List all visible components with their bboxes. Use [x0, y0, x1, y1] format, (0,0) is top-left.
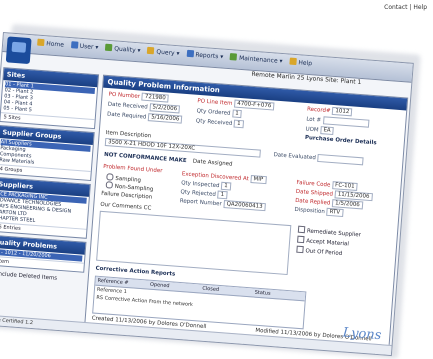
purchase-order-details-link[interactable]: Purchase Order Details [305, 135, 377, 146]
qty-received-row: Qty Received 1 [196, 117, 244, 129]
toolbar-reports[interactable]: Reports ▾ [186, 49, 223, 61]
uom-row: UOM EA [305, 125, 334, 136]
qty-received-field[interactable]: 1 [233, 119, 244, 129]
radio-icon [106, 173, 114, 181]
checkbox-icon [297, 235, 305, 244]
quality-problems-panel: Quality Problems QP - 1012 - 11/20/2006 … [0, 234, 87, 273]
qty-ordered-field[interactable]: 1 [231, 109, 242, 119]
nonconformance-heading: NOT CONFORMANCE MAKE [103, 151, 187, 165]
date-assigned-label: Date Assigned [192, 158, 233, 168]
app-window: Home User ▾ Quality ▾ Query ▾ Reports ▾ … [0, 32, 414, 357]
main-panel: Quality Problem Information PO Number 72… [83, 74, 409, 355]
toolbar-home[interactable]: Home [37, 38, 64, 49]
checkbox-icon [297, 225, 306, 234]
exception-select[interactable]: MIP [250, 174, 267, 185]
toolbar-maintenance[interactable]: Maintenance ▾ [229, 53, 283, 65]
supplier-groups-panel: Supplier Groups All Suppliers Packaging … [0, 124, 95, 182]
report-number-field[interactable]: QA20060413 [223, 200, 266, 212]
checkbox-icon [296, 245, 304, 254]
record-field[interactable]: 1012 [332, 106, 353, 117]
quality-icon [105, 43, 113, 52]
sites-panel: Sites 01 - Plant 1 02 - Plant 2 03 - Pla… [0, 67, 100, 130]
lyons-logo-icon [5, 36, 32, 65]
query-icon [147, 46, 155, 55]
home-icon [37, 38, 45, 47]
our-comments-textarea[interactable] [96, 210, 292, 276]
radio-icon [105, 181, 114, 189]
toolbar-user[interactable]: User ▾ [70, 41, 99, 51]
qty-rejected-field[interactable]: 1 [217, 190, 228, 200]
date-evaluated-row: Date Evaluated [273, 151, 364, 166]
lyons-brand: Lyons [342, 325, 382, 344]
top-links[interactable]: Contact | Help [384, 4, 427, 11]
user-icon [70, 41, 79, 49]
line-item-field[interactable]: 4700-F+076 [233, 99, 275, 111]
suppliers-panel: Suppliers ACE PACKAGING INC ADVANCE TECH… [0, 176, 91, 239]
reports-icon [186, 49, 194, 58]
toolbar-help[interactable]: Help [289, 57, 312, 67]
checkbox-group: Remediate Supplier Accept Material Out O… [296, 225, 361, 261]
po-number-field[interactable]: 721980 [141, 92, 170, 103]
toolbar-query[interactable]: Query ▾ [147, 46, 180, 57]
date-received-field[interactable]: 5/2/2006 [149, 103, 181, 114]
qty-inspected-field[interactable]: 1 [220, 181, 232, 191]
failure-description-label: Failure Description [100, 190, 153, 201]
our-comments-label: Our Comments CC [100, 201, 152, 212]
help-icon [289, 57, 297, 66]
sidebar: Sites 01 - Plant 1 02 - Plant 2 03 - Pla… [0, 67, 100, 329]
date-required-field[interactable]: 5/16/2006 [147, 113, 183, 124]
disposition-select[interactable]: RTV [326, 207, 344, 217]
uom-field[interactable]: EA [320, 126, 334, 136]
maintenance-icon [229, 53, 238, 61]
date-evaluated-field[interactable] [317, 153, 364, 166]
toolbar-quality[interactable]: Quality ▾ [105, 43, 141, 54]
